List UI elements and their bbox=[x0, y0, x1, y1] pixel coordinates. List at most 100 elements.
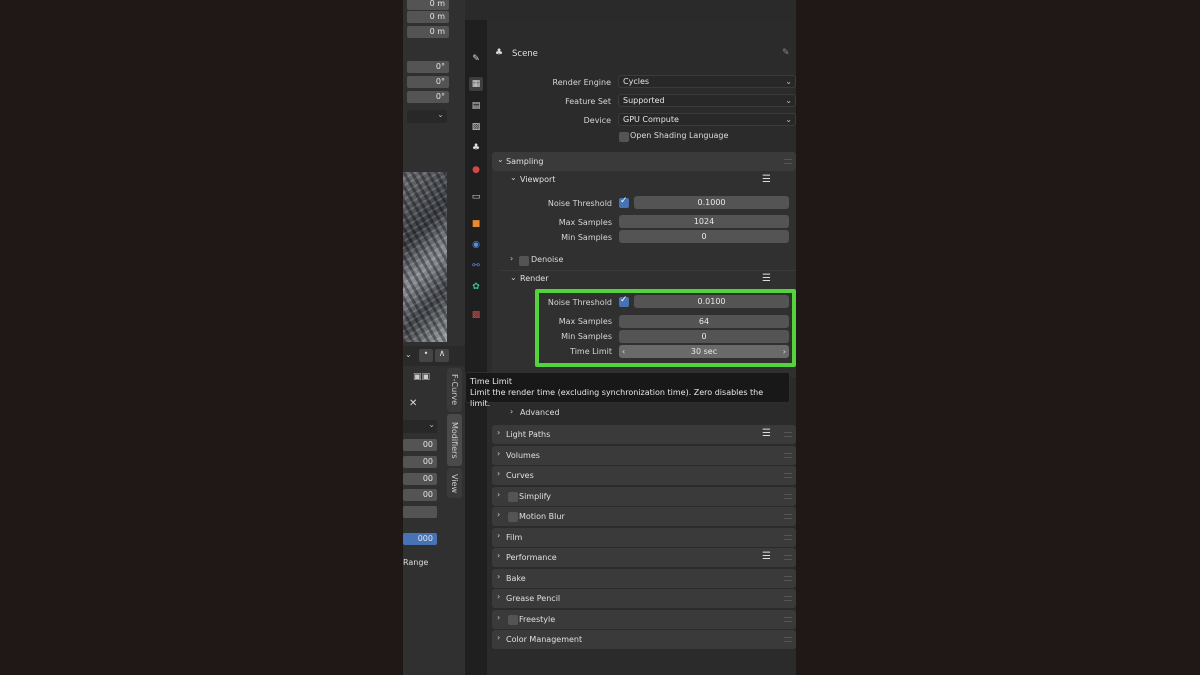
highlight-value-field[interactable]: 000 bbox=[403, 533, 437, 545]
drag-grip-icon[interactable] bbox=[784, 514, 792, 519]
mode-dropdown[interactable]: ⌄ bbox=[407, 110, 447, 123]
render-engine-dropdown[interactable]: Cycles ⌄ bbox=[618, 75, 796, 88]
chevron-right-icon[interactable]: › bbox=[510, 254, 513, 263]
increment-arrow-icon[interactable]: › bbox=[783, 345, 786, 358]
viewport-noise-threshold-checkbox[interactable] bbox=[619, 196, 629, 208]
proportional-icon[interactable]: • bbox=[419, 349, 433, 362]
render-subpanel-title[interactable]: Render bbox=[520, 274, 548, 283]
physics-icon[interactable]: ✿ bbox=[469, 280, 483, 294]
texture-icon[interactable]: ▩ bbox=[469, 308, 483, 322]
panel-title: Freestyle bbox=[519, 615, 556, 624]
render-max-samples-field[interactable]: 64 bbox=[619, 315, 789, 328]
tooltip: Time Limit Limit the render time (exclud… bbox=[465, 372, 790, 408]
chevron-down-icon[interactable]: ⌄ bbox=[405, 350, 412, 359]
render-min-samples-field[interactable]: 0 bbox=[619, 330, 789, 343]
presets-list-icon[interactable]: ☰ bbox=[762, 273, 771, 284]
panel-grease-pencil[interactable]: › Grease Pencil bbox=[492, 589, 796, 608]
render-icon[interactable]: ▦ bbox=[469, 77, 483, 91]
view-layer-icon[interactable]: ▨ bbox=[469, 120, 483, 134]
panel-motion-blur[interactable]: › Motion Blur bbox=[492, 507, 796, 526]
drag-grip-icon[interactable] bbox=[784, 637, 792, 642]
tool-icon[interactable]: ✎ bbox=[469, 52, 483, 66]
viewport-noise-threshold-field[interactable]: 0.1000 bbox=[634, 196, 789, 209]
world-icon[interactable]: ● bbox=[469, 163, 483, 177]
presets-list-icon[interactable]: ☰ bbox=[762, 551, 771, 562]
panel-checkbox[interactable] bbox=[508, 492, 518, 502]
rotation-z-field[interactable]: 0° bbox=[407, 91, 449, 103]
drag-grip-icon[interactable] bbox=[784, 596, 792, 601]
drag-grip-icon[interactable] bbox=[784, 159, 792, 164]
render-noise-threshold-checkbox[interactable] bbox=[619, 295, 629, 307]
drag-grip-icon[interactable] bbox=[784, 555, 792, 560]
viewport-max-samples-field[interactable]: 1024 bbox=[619, 215, 789, 228]
close-icon[interactable]: ✕ bbox=[409, 398, 417, 409]
denoise-label[interactable]: Denoise bbox=[531, 255, 563, 264]
chevron-right-icon: › bbox=[497, 551, 501, 560]
drag-grip-icon[interactable] bbox=[784, 432, 792, 437]
falloff-curve-icon[interactable]: ∧ bbox=[435, 349, 449, 362]
chevron-right-icon: › bbox=[497, 633, 501, 642]
graph-tools-icon[interactable]: ▣▣ bbox=[413, 372, 443, 385]
chevron-down-icon[interactable]: ⌄ bbox=[510, 173, 517, 182]
presets-list-icon[interactable]: ☰ bbox=[762, 174, 771, 185]
chevron-down-icon[interactable]: ⌄ bbox=[510, 273, 517, 282]
denoise-checkbox[interactable] bbox=[519, 256, 529, 266]
panel-checkbox[interactable] bbox=[508, 615, 518, 625]
panel-title: Film bbox=[506, 533, 523, 542]
drag-grip-icon[interactable] bbox=[784, 576, 792, 581]
collection-icon[interactable]: ▭ bbox=[469, 190, 483, 204]
feature-set-dropdown[interactable]: Supported ⌄ bbox=[618, 94, 796, 107]
rotation-x-field[interactable]: 0° bbox=[407, 61, 449, 73]
value-field-1[interactable]: 00 bbox=[403, 439, 437, 451]
particles-icon[interactable]: ⚯ bbox=[469, 259, 483, 273]
panel-volumes[interactable]: › Volumes bbox=[492, 446, 796, 465]
divider bbox=[500, 270, 796, 271]
time-limit-field[interactable]: ‹ 30 sec › bbox=[619, 345, 789, 358]
value-field-4[interactable]: 00 bbox=[403, 489, 437, 501]
location-y-field[interactable]: 0 m bbox=[407, 11, 449, 23]
drag-grip-icon[interactable] bbox=[784, 473, 792, 478]
time-limit-label: Time Limit bbox=[570, 347, 612, 356]
location-z-field[interactable]: 0 m bbox=[407, 26, 449, 38]
panel-checkbox[interactable] bbox=[508, 512, 518, 522]
modifier-dropdown[interactable]: ⌄ bbox=[403, 420, 437, 433]
tab-f-curve[interactable]: F-Curve bbox=[447, 368, 462, 412]
tooltip-body: Limit the render time (excluding synchro… bbox=[470, 388, 764, 408]
drag-grip-icon[interactable] bbox=[784, 535, 792, 540]
viewport-preview-image bbox=[403, 172, 447, 342]
output-icon[interactable]: ▤ bbox=[469, 99, 483, 113]
panel-film[interactable]: › Film bbox=[492, 528, 796, 547]
chevron-right-icon[interactable]: › bbox=[510, 407, 513, 416]
panel-performance[interactable]: › Performance ☰ bbox=[492, 548, 796, 567]
render-noise-threshold-field[interactable]: 0.0100 bbox=[634, 295, 789, 308]
value-field-3[interactable]: 00 bbox=[403, 473, 437, 485]
object-icon[interactable]: ■ bbox=[469, 217, 483, 231]
modifier-icon[interactable]: ◉ bbox=[469, 238, 483, 252]
sampling-panel-header[interactable]: ⌄ Sampling bbox=[492, 152, 796, 171]
scene-icon[interactable]: ♣ bbox=[469, 141, 483, 155]
rotation-y-field[interactable]: 0° bbox=[407, 76, 449, 88]
drag-grip-icon[interactable] bbox=[784, 617, 792, 622]
location-x-field[interactable]: 0 m bbox=[407, 0, 449, 10]
tab-view[interactable]: View bbox=[447, 468, 462, 498]
panel-curves[interactable]: › Curves bbox=[492, 466, 796, 485]
viewport-min-samples-field[interactable]: 0 bbox=[619, 230, 789, 243]
advanced-subpanel-title[interactable]: Advanced bbox=[520, 408, 560, 417]
drag-grip-icon[interactable] bbox=[784, 453, 792, 458]
panel-simplify[interactable]: › Simplify bbox=[492, 487, 796, 506]
presets-list-icon[interactable]: ☰ bbox=[762, 428, 771, 439]
tab-modifiers[interactable]: Modifiers bbox=[447, 414, 462, 466]
viewport-subpanel-title[interactable]: Viewport bbox=[520, 175, 555, 184]
panel-freestyle[interactable]: › Freestyle bbox=[492, 610, 796, 629]
pin-icon[interactable]: ✎ bbox=[782, 48, 790, 58]
device-dropdown[interactable]: GPU Compute ⌄ bbox=[618, 113, 796, 126]
decrement-arrow-icon[interactable]: ‹ bbox=[622, 345, 625, 358]
panel-light-paths[interactable]: › Light Paths ☰ bbox=[492, 425, 796, 444]
chevron-right-icon: › bbox=[497, 490, 501, 499]
drag-grip-icon[interactable] bbox=[784, 494, 792, 499]
osl-checkbox[interactable] bbox=[619, 132, 629, 142]
panel-bake[interactable]: › Bake bbox=[492, 569, 796, 588]
value-field-2[interactable]: 00 bbox=[403, 456, 437, 468]
panel-color-management[interactable]: › Color Management bbox=[492, 630, 796, 649]
empty-field[interactable] bbox=[403, 506, 437, 518]
